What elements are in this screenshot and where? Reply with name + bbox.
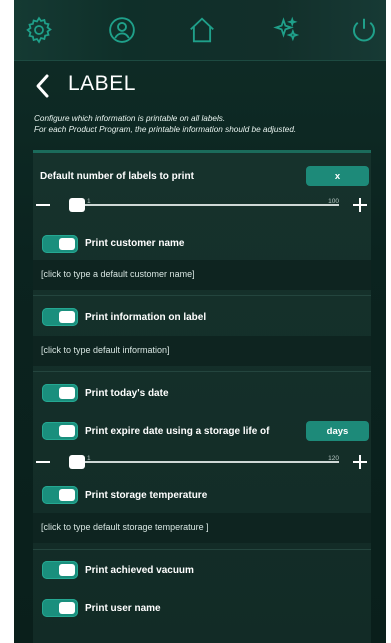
user-nav-button[interactable] [102,12,142,48]
chevron-left-icon [36,74,49,98]
power-icon [353,18,375,42]
slider-min-label: 1 [87,455,91,462]
todays-date-label: Print today's date [85,388,169,399]
info-on-label-field[interactable]: [click to type default information] [33,336,371,366]
back-button[interactable] [32,72,54,100]
power-nav-button[interactable] [344,12,384,48]
description-line-1: Configure which information is printable… [34,114,226,123]
settings-nav-button[interactable] [19,12,59,48]
expire-date-toggle[interactable] [42,422,78,440]
labels-slider-track[interactable]: 1 100 [69,198,339,206]
toggle-knob [59,238,75,250]
toggle-knob [59,387,75,399]
decrease-labels-button[interactable] [36,204,50,206]
decrease-storage-life-button[interactable] [36,461,50,463]
slider-max-label: 100 [328,198,339,205]
storage-life-days-button[interactable]: days [306,421,369,441]
description-line-2: For each Product Program, the printable … [34,125,297,134]
top-navigation-bar [14,0,386,61]
user-icon [109,17,135,43]
labels-count-slider[interactable]: 1 100 [33,194,371,216]
default-labels-setting: Default number of labels to print x 1 10… [33,153,371,215]
info-on-label-label: Print information on label [85,312,207,323]
storage-life-slider[interactable]: 1 120 [33,451,371,473]
storage-life-slider-handle[interactable] [69,455,85,469]
divider [33,371,371,372]
expire-date-label: Print expire date using a storage life o… [85,426,270,437]
gear-icon [26,16,52,44]
storage-temperature-field[interactable]: [click to type default storage temperatu… [33,513,371,543]
customer-name-placeholder: [click to type a default customer name] [41,269,195,279]
increase-labels-button[interactable] [351,197,369,213]
storage-temperature-toggle[interactable] [42,486,78,504]
default-labels-label: Default number of labels to print [40,171,194,182]
toggle-knob [59,311,75,323]
toggle-knob [59,564,75,576]
home-nav-button[interactable] [182,12,222,48]
settings-panel: Default number of labels to print x 1 10… [33,150,371,643]
info-on-label-placeholder: [click to type default information] [41,345,170,355]
achieved-vacuum-label: Print achieved vacuum [85,565,194,576]
storage-temperature-placeholder: [click to type default storage temperatu… [41,522,209,532]
page-description: Configure which information is printable… [34,113,379,135]
divider [33,295,371,296]
labels-slider-handle[interactable] [69,198,85,212]
achieved-vacuum-toggle[interactable] [42,561,78,579]
customer-name-toggle[interactable] [42,235,78,253]
toggle-knob [59,425,75,437]
slider-max-label: 120 [328,455,339,462]
user-name-label: Print user name [85,603,161,614]
todays-date-toggle[interactable] [42,384,78,402]
customer-name-label: Print customer name [85,238,185,249]
toggle-knob [59,602,75,614]
info-on-label-toggle[interactable] [42,308,78,326]
increase-storage-life-button[interactable] [351,454,369,470]
page-title: LABEL [68,72,136,95]
labels-count-button[interactable]: x [306,166,369,186]
sparkle-icon [273,16,300,42]
storage-life-slider-track[interactable]: 1 120 [69,455,339,463]
slider-min-label: 1 [87,198,91,205]
divider [33,549,371,550]
storage-temperature-label: Print storage temperature [85,490,208,501]
customer-name-field[interactable]: [click to type a default customer name] [33,260,371,290]
magic-nav-button[interactable] [266,12,306,48]
user-name-toggle[interactable] [42,599,78,617]
home-icon [190,17,214,43]
label-settings-screen: LABEL Configure which information is pri… [14,0,386,643]
toggle-knob [59,489,75,501]
